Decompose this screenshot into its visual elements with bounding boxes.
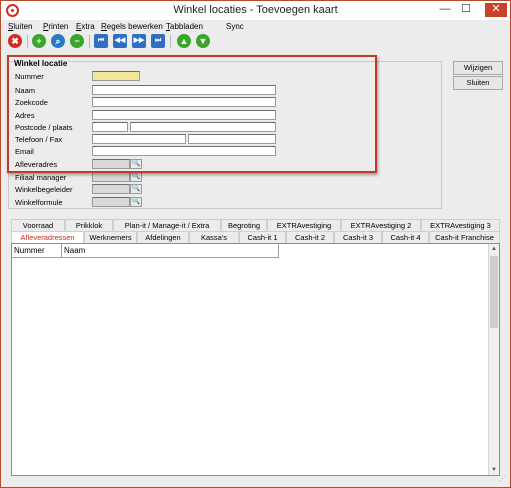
first-record-icon[interactable]: ⏮ bbox=[94, 34, 108, 48]
tab-cash-it-4[interactable]: Cash-it 4 bbox=[382, 231, 429, 243]
toolbar-separator bbox=[89, 35, 90, 48]
tab-afdelingen[interactable]: Afdelingen bbox=[137, 231, 189, 243]
resize-grip-icon[interactable]: ⋰ bbox=[499, 476, 507, 484]
winkelbegeleider-label: Winkelbegeleider bbox=[15, 185, 73, 194]
filiaal-manager-label: Filiaal manager bbox=[15, 173, 67, 182]
tab-plan-it[interactable]: Plan-it / Manage-it / Extra bbox=[113, 219, 221, 231]
tab-cash-it-franchise[interactable]: Cash-it Franchise bbox=[429, 231, 500, 243]
add-icon[interactable]: + bbox=[32, 34, 46, 48]
delete-icon[interactable]: ✖ bbox=[8, 34, 22, 48]
move-up-icon[interactable]: ▲ bbox=[177, 34, 191, 48]
minimize-button[interactable]: — bbox=[438, 3, 452, 17]
menu-sluiten-rest: luiten bbox=[13, 22, 33, 31]
toolbar-separator bbox=[170, 35, 171, 48]
filiaal-manager-lookup-icon[interactable]: 🔍 bbox=[130, 172, 142, 182]
afleveradressen-grid[interactable]: Nummer Naam ▲ ▼ bbox=[11, 243, 500, 476]
tab-afleveradressen[interactable]: Afleveradressen bbox=[11, 231, 84, 243]
menu-tabbladen[interactable]: Tabbladen bbox=[166, 22, 203, 31]
title-bar[interactable]: Winkel locaties - Toevoegen kaart — ☐ ✕ bbox=[1, 1, 510, 20]
tab-prikklok[interactable]: Prikklok bbox=[65, 219, 113, 231]
tab-extravestiging-3[interactable]: EXTRAvestiging 3 bbox=[421, 219, 500, 231]
column-header-naam[interactable]: Naam bbox=[62, 244, 279, 258]
last-record-icon[interactable]: ⏭ bbox=[151, 34, 165, 48]
scroll-up-icon[interactable]: ▲ bbox=[489, 244, 499, 254]
tab-cash-it-1[interactable]: Cash-it 1 bbox=[239, 231, 286, 243]
tab-kassas[interactable]: Kassa's bbox=[189, 231, 239, 243]
filiaal-manager-field[interactable] bbox=[92, 172, 130, 182]
tab-begroting[interactable]: Begroting bbox=[221, 219, 267, 231]
winkelformule-lookup-icon[interactable]: 🔍 bbox=[130, 197, 142, 207]
menu-extra-rest: xtra bbox=[81, 22, 95, 31]
menu-regels-rest: egels bewerken bbox=[106, 22, 163, 31]
close-window-button[interactable]: ✕ bbox=[485, 3, 507, 17]
menu-extra[interactable]: Extra bbox=[76, 22, 95, 31]
sluiten-button[interactable]: Sluiten bbox=[453, 76, 503, 90]
next-record-icon[interactable]: ▶▶ bbox=[132, 34, 146, 48]
toolbar-separator bbox=[27, 35, 28, 48]
winkelbegeleider-lookup-icon[interactable]: 🔍 bbox=[130, 184, 142, 194]
tab-cash-it-3[interactable]: Cash-it 3 bbox=[334, 231, 382, 243]
app-window: Winkel locaties - Toevoegen kaart — ☐ ✕ … bbox=[0, 0, 511, 488]
highlight-frame bbox=[7, 55, 377, 173]
menu-printen[interactable]: Printen bbox=[43, 22, 68, 31]
toolbar: ✖ + ⌕ − ⏮ ◀◀ ▶▶ ⏭ ▲ ▼ bbox=[1, 33, 510, 51]
menu-printen-rest: rinten bbox=[48, 22, 69, 31]
winkelbegeleider-field[interactable] bbox=[92, 184, 130, 194]
winkelformule-label: Winkelformule bbox=[15, 198, 63, 207]
vertical-scrollbar[interactable]: ▲ ▼ bbox=[488, 244, 499, 475]
search-icon[interactable]: ⌕ bbox=[51, 34, 65, 48]
scroll-down-icon[interactable]: ▼ bbox=[489, 465, 499, 475]
wijzigen-button[interactable]: Wijzigen bbox=[453, 61, 503, 75]
menu-tabbladen-rest: abbladen bbox=[170, 22, 203, 31]
menu-sluiten[interactable]: Sluiten bbox=[8, 22, 32, 31]
menu-sync[interactable]: Sync bbox=[226, 22, 244, 31]
previous-record-icon[interactable]: ◀◀ bbox=[113, 34, 127, 48]
window-title: Winkel locaties - Toevoegen kaart bbox=[173, 4, 338, 16]
column-header-nummer[interactable]: Nummer bbox=[12, 244, 62, 258]
remove-icon[interactable]: − bbox=[70, 34, 84, 48]
tab-extravestiging[interactable]: EXTRAvestiging bbox=[267, 219, 341, 231]
move-down-icon[interactable]: ▼ bbox=[196, 34, 210, 48]
maximize-button[interactable]: ☐ bbox=[459, 3, 473, 17]
tab-voorraad[interactable]: Voorraad bbox=[11, 219, 65, 231]
menu-bar: Sluiten Printen Extra Regels bewerken Ta… bbox=[1, 20, 510, 34]
tab-werknemers[interactable]: Werknemers bbox=[84, 231, 137, 243]
tab-extravestiging-2[interactable]: EXTRAvestiging 2 bbox=[341, 219, 421, 231]
menu-regels-bewerken[interactable]: Regels bewerken bbox=[101, 22, 163, 31]
winkelformule-field[interactable] bbox=[92, 197, 130, 207]
scrollbar-thumb[interactable] bbox=[490, 256, 498, 328]
tab-cash-it-2[interactable]: Cash-it 2 bbox=[286, 231, 334, 243]
